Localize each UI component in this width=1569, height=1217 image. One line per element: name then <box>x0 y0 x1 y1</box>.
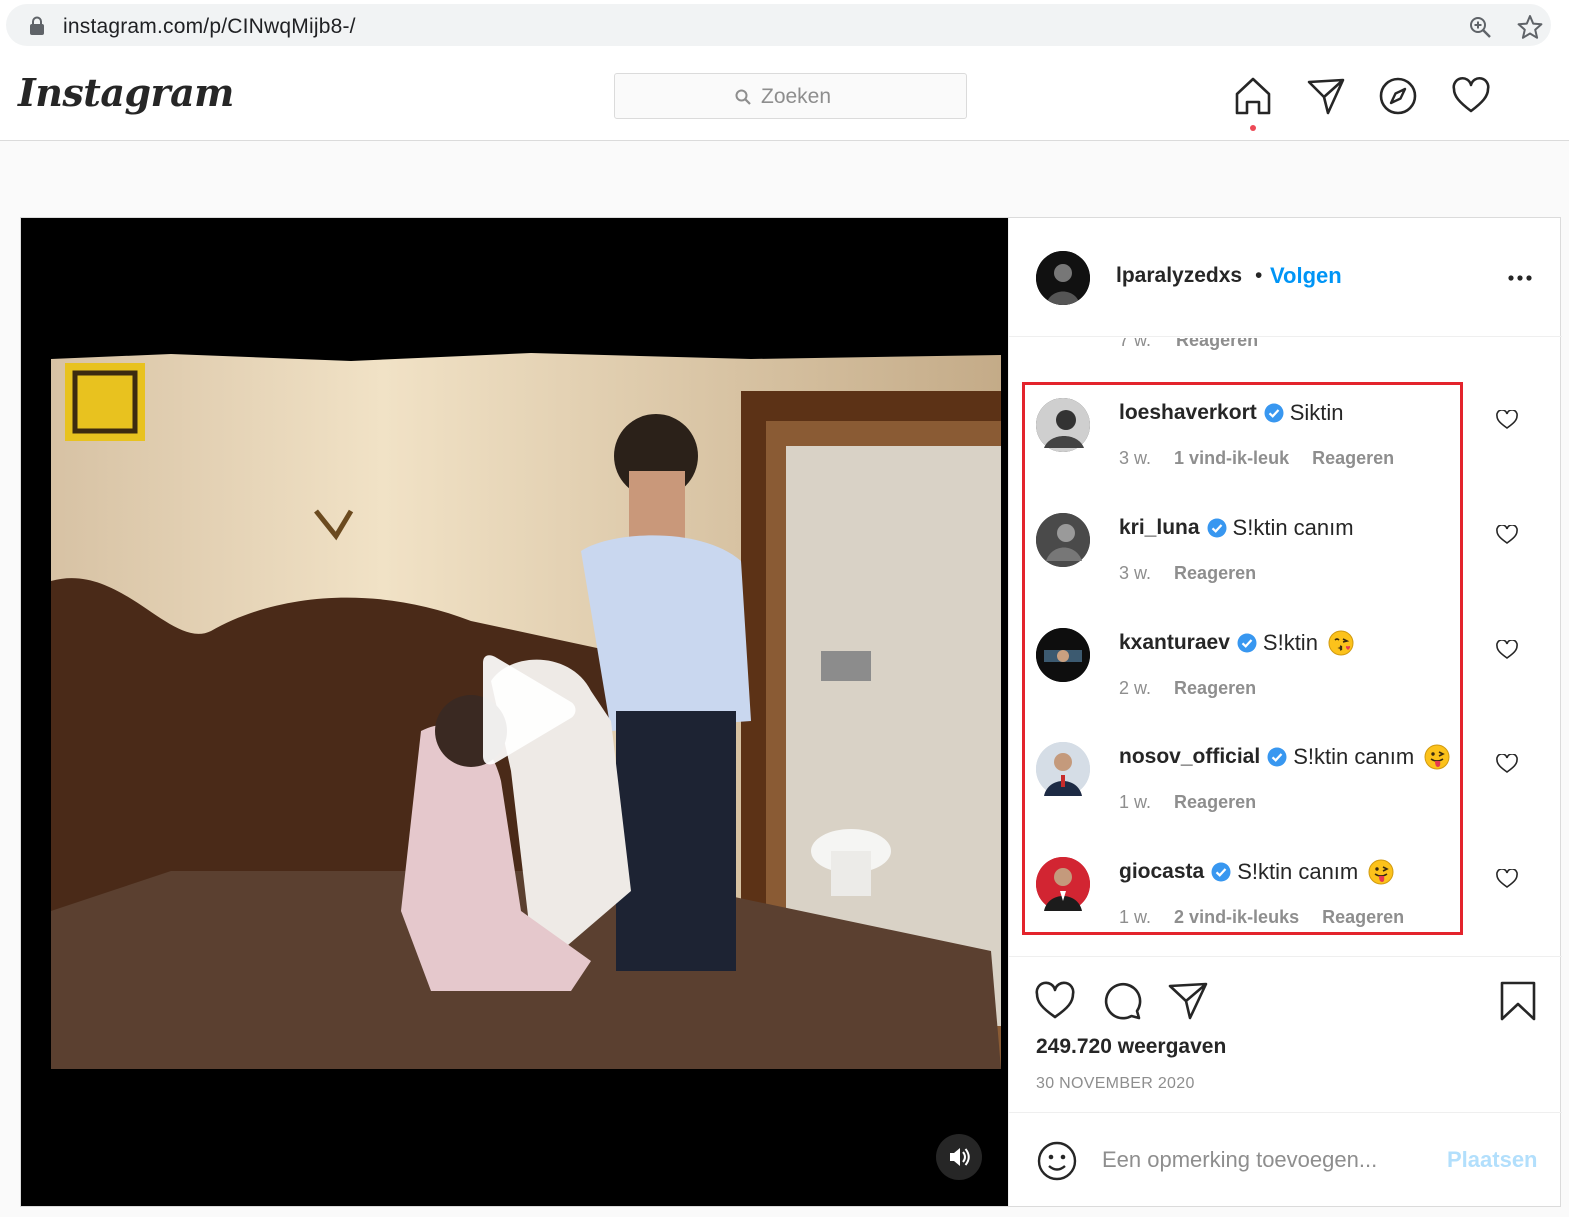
comment-line: giocasta S!ktin canım <box>1119 859 1394 885</box>
post-header: lparalyzedxs • Volgen <box>1009 218 1562 337</box>
comment-line: loeshaverkort Siktin <box>1119 400 1344 426</box>
like-comment-icon[interactable] <box>1496 869 1518 889</box>
comment-meta: 1 w. 2 vind-ik-leuks Reageren <box>1119 907 1422 928</box>
kissing-face-emoji-icon <box>1328 630 1354 656</box>
like-icon[interactable] <box>1034 980 1076 1022</box>
commenter-avatar[interactable] <box>1036 513 1090 567</box>
commenter-avatar[interactable] <box>1036 742 1090 796</box>
activity-heart-icon[interactable] <box>1451 76 1491 116</box>
like-comment-icon[interactable] <box>1496 410 1518 430</box>
sound-toggle-button[interactable] <box>936 1134 982 1180</box>
separator-dot: • <box>1255 264 1263 287</box>
comment-time: 3 w. <box>1119 448 1152 468</box>
instagram-logo[interactable]: Instagram <box>18 70 234 115</box>
comment-likes[interactable]: 2 vind-ik-leuks <box>1174 907 1299 927</box>
search-placeholder: Zoeken <box>761 85 832 108</box>
reply-button[interactable]: Reageren <box>1174 563 1256 583</box>
notification-dot <box>1250 125 1256 131</box>
reply-button[interactable]: Reageren <box>1174 792 1256 812</box>
verified-badge-icon <box>1237 633 1257 653</box>
emoji-picker-icon[interactable] <box>1036 1140 1078 1182</box>
commenter-avatar[interactable] <box>1036 398 1090 452</box>
add-comment-section: Een opmerking toevoegen... Plaatsen <box>1009 1112 1562 1206</box>
explore-icon[interactable] <box>1378 76 1418 116</box>
search-input[interactable]: Zoeken <box>614 73 967 119</box>
author-username[interactable]: lparalyzedxs <box>1116 264 1242 288</box>
verified-badge-icon <box>1207 518 1227 538</box>
star-icon[interactable] <box>1517 14 1543 40</box>
comment-text: S!ktin canım <box>1232 515 1354 540</box>
reply-button[interactable]: Reageren <box>1174 678 1256 698</box>
reply-button[interactable]: Reageren <box>1176 338 1258 350</box>
verified-badge-icon <box>1267 747 1287 767</box>
comment-time: 2 w. <box>1119 678 1152 698</box>
partial-comment-meta: 7 w. Reageren <box>1119 338 1258 351</box>
comment-meta: 1 w. Reageren <box>1119 792 1274 813</box>
speaker-icon <box>950 1148 970 1166</box>
comment-text: S!ktin <box>1262 630 1318 655</box>
post-comment-button[interactable]: Plaatsen <box>1447 1147 1538 1173</box>
comment-input[interactable]: Een opmerking toevoegen... <box>1102 1147 1377 1173</box>
author-avatar[interactable] <box>1036 251 1090 305</box>
comment-item: kri_luna S!ktin canım 3 w. Reageren <box>1009 505 1562 615</box>
comment-username[interactable]: giocasta <box>1119 860 1204 884</box>
comment-line: kri_luna S!ktin canım <box>1119 515 1354 541</box>
comment-meta: 3 w. 1 vind-ik-leuk Reageren <box>1119 448 1412 469</box>
comment-username[interactable]: kxanturaev <box>1119 631 1230 655</box>
comment-item: nosov_official S!ktin canım 1 w. Reagere… <box>1009 734 1562 844</box>
view-count[interactable]: 249.720 weergaven <box>1036 1035 1226 1059</box>
comment-icon[interactable] <box>1101 980 1143 1022</box>
zoom-icon[interactable] <box>1468 15 1492 39</box>
like-comment-icon[interactable] <box>1496 525 1518 545</box>
comment-text: S!ktin canım <box>1293 744 1415 769</box>
comment-meta: 2 w. Reageren <box>1119 678 1274 699</box>
post-side-panel: lparalyzedxs • Volgen 7 w. Reageren loes… <box>1008 218 1562 1206</box>
commenter-avatar[interactable] <box>1036 857 1090 911</box>
follow-button[interactable]: Volgen <box>1270 263 1342 289</box>
home-icon[interactable] <box>1233 76 1273 116</box>
post-date[interactable]: 30 NOVEMBER 2020 <box>1036 1075 1195 1093</box>
comment-meta: 3 w. Reageren <box>1119 563 1274 584</box>
instagram-header: Instagram Zoeken <box>0 52 1569 141</box>
comment-time: 1 w. <box>1119 907 1152 927</box>
comment-line: nosov_official S!ktin canım <box>1119 744 1450 770</box>
reply-button[interactable]: Reageren <box>1322 907 1404 927</box>
address-bar[interactable]: instagram.com/p/CINwqMijb8-/ <box>6 4 1551 46</box>
commenter-avatar[interactable] <box>1036 628 1090 682</box>
lock-icon[interactable] <box>28 16 46 36</box>
tongue-face-emoji-icon <box>1368 859 1394 885</box>
comment-username[interactable]: loeshaverkort <box>1119 401 1257 425</box>
comment-line: kxanturaev S!ktin <box>1119 630 1354 656</box>
bookmark-icon[interactable] <box>1497 980 1539 1022</box>
share-icon[interactable] <box>1167 980 1209 1022</box>
tongue-face-emoji-icon <box>1424 744 1450 770</box>
comment-username[interactable]: kri_luna <box>1119 516 1200 540</box>
video-player[interactable] <box>21 218 1008 1206</box>
comments-list[interactable]: 7 w. Reageren loeshaverkort Siktin 3 w. … <box>1009 338 1562 956</box>
comment-time: 1 w. <box>1119 792 1152 812</box>
comment-item: giocasta S!ktin canım 1 w. 2 vind-ik-leu… <box>1009 849 1562 956</box>
comment-text: Siktin <box>1289 400 1344 425</box>
browser-toolbar: instagram.com/p/CINwqMijb8-/ <box>0 0 1569 52</box>
comment-time: 7 w. <box>1119 338 1152 350</box>
direct-icon[interactable] <box>1306 76 1346 116</box>
like-comment-icon[interactable] <box>1496 640 1518 660</box>
comment-item: kxanturaev S!ktin 2 w. Reageren <box>1009 620 1562 730</box>
like-comment-icon[interactable] <box>1496 754 1518 774</box>
comment-time: 3 w. <box>1119 563 1152 583</box>
post-card: lparalyzedxs • Volgen 7 w. Reageren loes… <box>20 217 1562 1207</box>
play-icon[interactable] <box>471 655 577 765</box>
comment-likes[interactable]: 1 vind-ik-leuk <box>1174 448 1289 468</box>
more-options-icon[interactable] <box>1507 268 1533 288</box>
comment-username[interactable]: nosov_official <box>1119 745 1260 769</box>
reply-button[interactable]: Reageren <box>1312 448 1394 468</box>
url-text[interactable]: instagram.com/p/CINwqMijb8-/ <box>63 15 356 39</box>
comment-text: S!ktin canım <box>1237 859 1359 884</box>
search-icon <box>735 89 751 105</box>
verified-badge-icon <box>1211 862 1231 882</box>
comment-item: loeshaverkort Siktin 3 w. 1 vind-ik-leuk… <box>1009 390 1562 500</box>
post-actions: 249.720 weergaven 30 NOVEMBER 2020 <box>1009 956 1562 1112</box>
verified-badge-icon <box>1264 403 1284 423</box>
